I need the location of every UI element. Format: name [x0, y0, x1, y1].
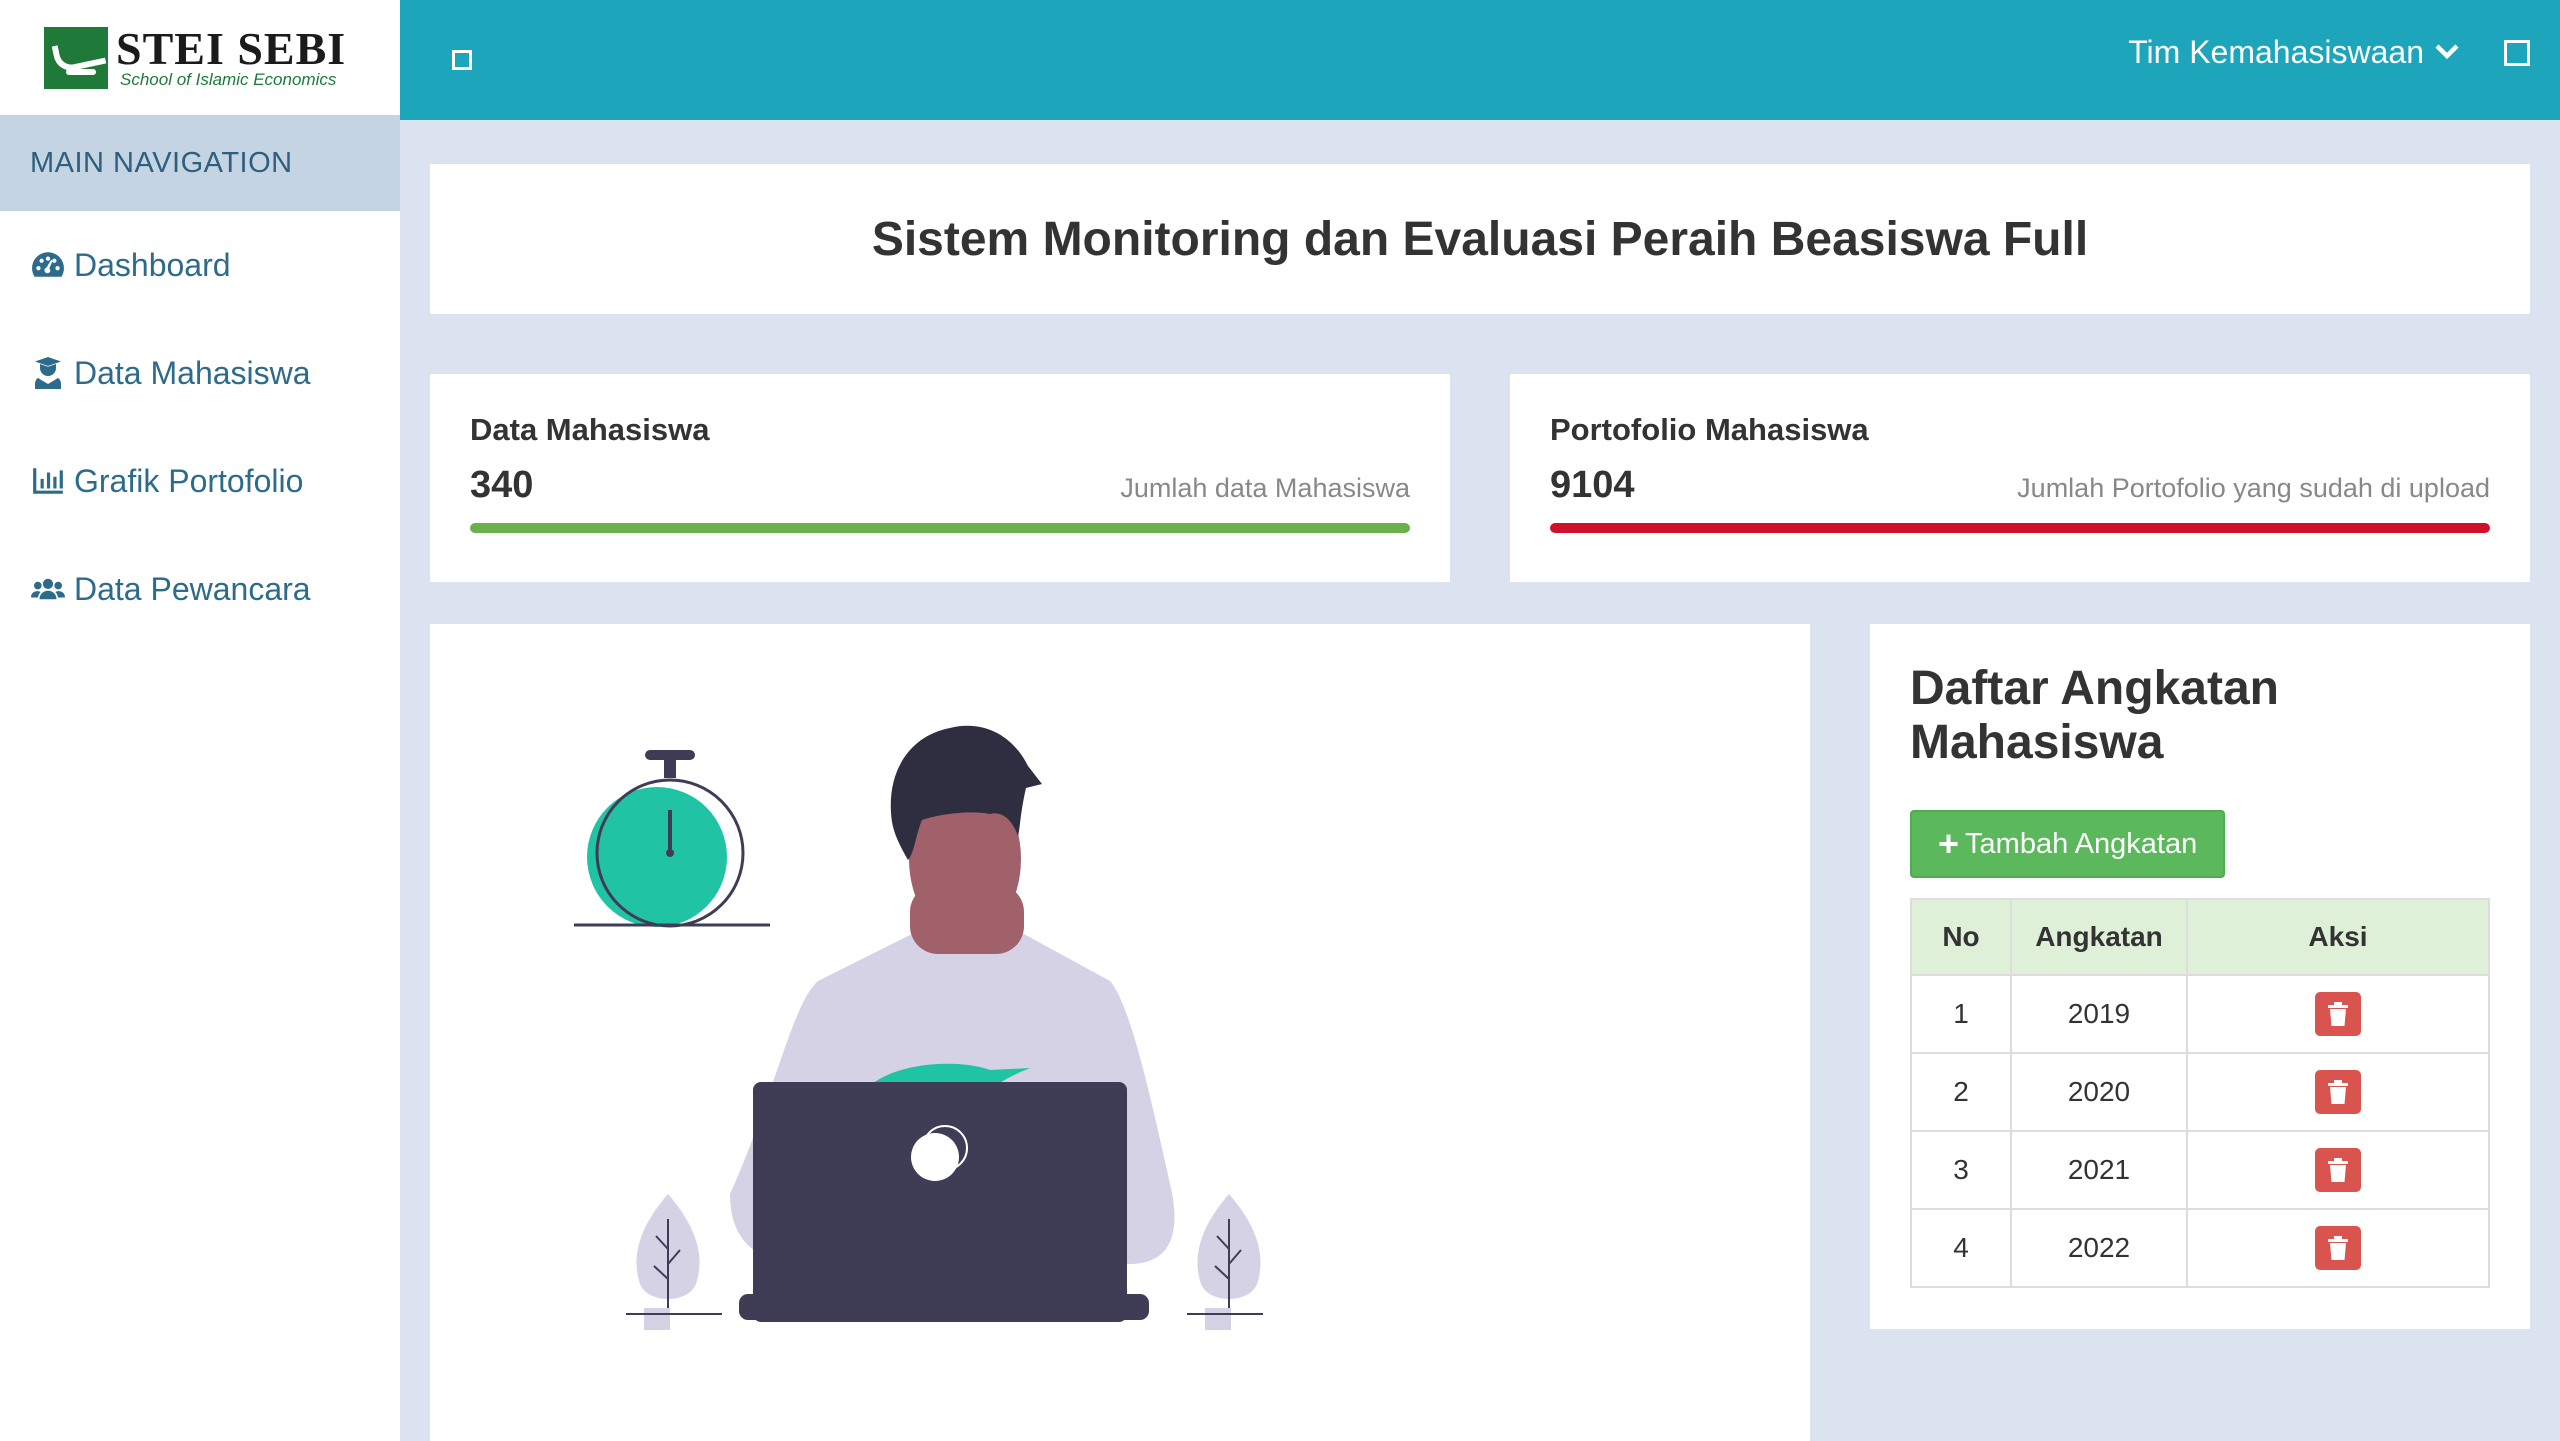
- delete-button[interactable]: [2315, 1070, 2361, 1114]
- delete-button[interactable]: [2315, 992, 2361, 1036]
- sidebar: STEI SEBI School of Islamic Economics MA…: [0, 0, 400, 1441]
- sidebar-item-dashboard[interactable]: Dashboard: [0, 211, 400, 319]
- laptop-icon: [739, 1082, 1149, 1322]
- angkatan-table-body: 1 2019 2 2020 3 2021 4 2022: [1910, 974, 2490, 1288]
- illustration-card: [430, 624, 1810, 1441]
- cell-no: 2: [1910, 1052, 2012, 1132]
- cell-no: 4: [1910, 1208, 2012, 1288]
- sidebar-item-label: Grafik Portofolio: [74, 462, 304, 499]
- add-angkatan-button[interactable]: + Tambah Angkatan: [1910, 810, 2226, 878]
- trash-icon: [2327, 1001, 2349, 1027]
- cell-aksi: [2186, 974, 2490, 1054]
- logo-mark-icon: [44, 26, 108, 89]
- tachometer-icon: [30, 249, 66, 281]
- stat-progress-bar: [1550, 523, 2490, 533]
- nav-header: MAIN NAVIGATION: [0, 115, 400, 211]
- table-row: 2 2020: [1910, 1052, 2490, 1132]
- cell-angkatan: 2019: [2010, 974, 2188, 1054]
- sidebar-item-label: Dashboard: [74, 246, 231, 283]
- cell-no: 1: [1910, 974, 2012, 1054]
- cell-angkatan: 2020: [2010, 1052, 2188, 1132]
- user-menu[interactable]: Tim Kemahasiswaan: [2128, 30, 2460, 74]
- brand-logo[interactable]: STEI SEBI School of Islamic Economics: [0, 0, 400, 115]
- control-sidebar-button[interactable]: [2504, 40, 2530, 66]
- user-name: Tim Kemahasiswaan: [2128, 33, 2424, 70]
- brand-subtitle: School of Islamic Economics: [120, 69, 337, 89]
- chevron-down-icon: [2435, 44, 2459, 60]
- angkatan-table: No Angkatan Aksi 1 2019 2 2020 3 2021 4 2022: [1910, 898, 2490, 1288]
- cell-aksi: [2186, 1052, 2490, 1132]
- stat-card-portofolio: Portofolio Mahasiswa 9104 Jumlah Portofo…: [1510, 374, 2530, 582]
- cell-no: 3: [1910, 1130, 2012, 1210]
- delete-button[interactable]: [2315, 1226, 2361, 1270]
- trash-icon: [2327, 1079, 2349, 1105]
- sidebar-item-label: Data Pewancara: [74, 570, 311, 607]
- users-icon: [30, 573, 66, 605]
- sidebar-item-data-pewancara[interactable]: Data Pewancara: [0, 535, 400, 643]
- stat-description: Jumlah Portofolio yang sudah di upload: [2017, 473, 2490, 503]
- sidebar-item-data-mahasiswa[interactable]: Data Mahasiswa: [0, 319, 400, 427]
- table-row: 4 2022: [1910, 1208, 2490, 1288]
- user-graduate-icon: [30, 357, 66, 389]
- stat-description: Jumlah data Mahasiswa: [1120, 473, 1410, 503]
- plus-icon: +: [1938, 823, 1960, 864]
- table-row: 1 2019: [1910, 974, 2490, 1054]
- column-header-no[interactable]: No: [1910, 898, 2012, 976]
- angkatan-list-title: Daftar Angkatan Mahasiswa: [1910, 662, 2279, 769]
- sidebar-toggle-button[interactable]: [452, 50, 472, 70]
- add-angkatan-label: Tambah Angkatan: [1965, 827, 2198, 860]
- angkatan-list-card: Daftar Angkatan Mahasiswa + Tambah Angka…: [1870, 624, 2530, 1329]
- plant-left-icon: [626, 1194, 722, 1330]
- table-row: 3 2021: [1910, 1130, 2490, 1210]
- column-header-angkatan[interactable]: Angkatan: [2010, 898, 2188, 976]
- trash-icon: [2327, 1157, 2349, 1183]
- person-working-laptop-illustration: [574, 725, 1263, 1330]
- plant-right-icon: [1187, 1194, 1263, 1330]
- page-title-card: Sistem Monitoring dan Evaluasi Peraih Be…: [430, 164, 2530, 314]
- stat-value: 340: [470, 464, 534, 506]
- bar-chart-icon: [30, 465, 66, 497]
- stat-progress-bar: [470, 523, 1410, 533]
- sidebar-item-grafik-portofolio[interactable]: Grafik Portofolio: [0, 427, 400, 535]
- cell-aksi: [2186, 1208, 2490, 1288]
- stopwatch-icon: [574, 750, 770, 928]
- stat-label: Portofolio Mahasiswa: [1550, 412, 1869, 447]
- column-header-aksi[interactable]: Aksi: [2186, 898, 2490, 976]
- page-title: Sistem Monitoring dan Evaluasi Peraih Be…: [871, 212, 2089, 266]
- delete-button[interactable]: [2315, 1148, 2361, 1192]
- cell-angkatan: 2022: [2010, 1208, 2188, 1288]
- stat-card-mahasiswa: Data Mahasiswa 340 Jumlah data Mahasiswa: [430, 374, 1450, 582]
- stat-value: 9104: [1550, 464, 1635, 506]
- stat-label: Data Mahasiswa: [470, 412, 710, 447]
- top-bar: Tim Kemahasiswaan: [400, 0, 2560, 120]
- cell-angkatan: 2021: [2010, 1130, 2188, 1210]
- sidebar-item-label: Data Mahasiswa: [74, 354, 311, 391]
- trash-icon: [2327, 1235, 2349, 1261]
- brand-title: STEI SEBI: [116, 22, 347, 74]
- cell-aksi: [2186, 1130, 2490, 1210]
